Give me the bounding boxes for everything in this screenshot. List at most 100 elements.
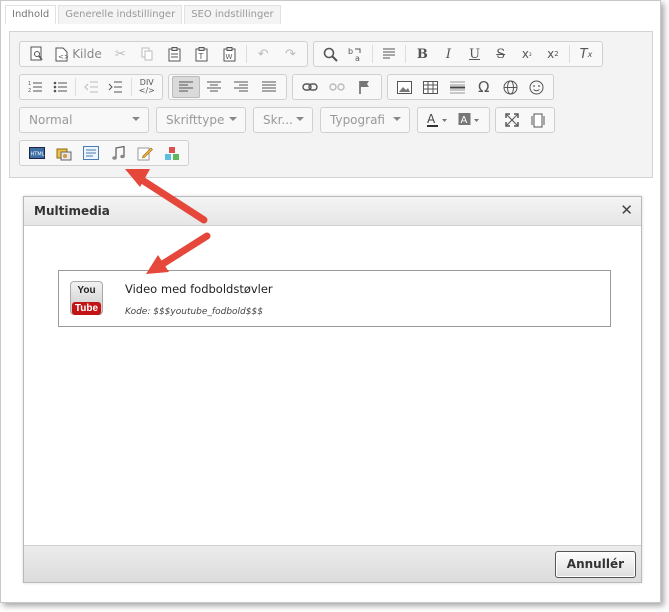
background-color-icon: A xyxy=(458,113,479,126)
gallery-icon[interactable] xyxy=(50,142,77,164)
svg-text:2: 2 xyxy=(28,88,31,94)
toolbar-group-tools xyxy=(495,107,555,133)
toolbar-group-insert: Ω xyxy=(387,74,554,100)
separator xyxy=(245,45,247,63)
toolbar-group-lists: 12 DIV </> xyxy=(19,74,163,100)
align-center-icon[interactable] xyxy=(200,76,228,98)
show-blocks-icon[interactable] xyxy=(525,109,551,131)
remove-format-icon[interactable]: Tx xyxy=(573,43,599,65)
background-color-button[interactable]: A xyxy=(453,109,485,131)
unlink-icon[interactable] xyxy=(323,76,350,98)
source-button[interactable]: <> Kilde xyxy=(50,43,107,65)
toolbar-group-plugins: HTML xyxy=(19,140,189,166)
anchor-flag-icon[interactable] xyxy=(351,76,378,98)
tab-general-settings[interactable]: Generelle indstillinger xyxy=(58,5,183,24)
special-char-icon[interactable]: Ω xyxy=(471,76,498,98)
separator xyxy=(405,45,407,63)
size-dropdown-value: Skr... xyxy=(263,113,293,127)
table-icon[interactable] xyxy=(418,76,445,98)
note-edit-icon[interactable] xyxy=(131,142,158,164)
svg-text:A: A xyxy=(461,115,468,126)
typography-dropdown[interactable]: Typografi xyxy=(320,107,410,133)
svg-text:A: A xyxy=(427,112,436,126)
paste-text-icon[interactable]: T xyxy=(188,43,215,65)
chevron-down-icon xyxy=(229,117,237,121)
justify-icon[interactable] xyxy=(255,76,283,98)
preview-icon[interactable] xyxy=(23,43,50,65)
copy-icon[interactable] xyxy=(134,43,161,65)
smiley-icon[interactable] xyxy=(524,76,551,98)
multimedia-item-code: Kode: $$$youtube_fodbold$$$ xyxy=(125,307,263,317)
align-left-icon[interactable] xyxy=(172,76,200,98)
indent-icon[interactable] xyxy=(103,76,127,98)
html-block-icon[interactable]: HTML xyxy=(23,142,50,164)
form-icon[interactable] xyxy=(77,142,104,164)
text-color-icon: A xyxy=(427,112,447,127)
youtube-logo-tube: Tube xyxy=(71,302,102,315)
chevron-down-icon xyxy=(296,117,304,121)
multimedia-music-icon[interactable] xyxy=(104,142,131,164)
font-dropdown-value: Skrifttype xyxy=(166,113,225,127)
source-label: Kilde xyxy=(72,47,102,61)
redo-icon[interactable]: ↷ xyxy=(277,43,304,65)
link-icon[interactable] xyxy=(296,76,323,98)
text-color-button[interactable]: A xyxy=(421,109,453,131)
outdent-icon[interactable] xyxy=(79,76,103,98)
bulleted-list-icon[interactable] xyxy=(47,76,71,98)
chevron-down-icon xyxy=(393,117,401,121)
multimedia-dialog: Multimedia ✕ You Tube Video med fodbolds… xyxy=(23,196,642,583)
format-dropdown[interactable]: Normal xyxy=(19,107,149,133)
size-dropdown[interactable]: Skr... xyxy=(253,107,313,133)
bold-icon[interactable]: B xyxy=(409,43,435,65)
source-icon: <> xyxy=(55,47,68,61)
editor-window: Indhold Generelle indstillinger SEO inds… xyxy=(0,0,661,603)
maximize-icon[interactable] xyxy=(499,109,525,131)
multimedia-item-title: Video med fodboldstøvler xyxy=(125,282,273,296)
typography-dropdown-value: Typografi xyxy=(330,113,385,127)
toolbar-group-colors: A A xyxy=(417,107,490,133)
div-container-button[interactable]: DIV </> xyxy=(135,76,159,98)
toolbar-group-links xyxy=(292,74,382,100)
numbered-list-icon[interactable]: 12 xyxy=(23,76,47,98)
separator xyxy=(372,45,374,63)
youtube-logo-you: You xyxy=(77,285,96,296)
svg-text:1: 1 xyxy=(28,81,31,87)
undo-icon[interactable]: ↶ xyxy=(250,43,277,65)
svg-text:T: T xyxy=(198,52,204,61)
format-dropdown-value: Normal xyxy=(29,113,73,127)
replace-icon[interactable]: ba xyxy=(343,43,369,65)
italic-icon[interactable]: I xyxy=(435,43,461,65)
search-icon[interactable] xyxy=(317,43,343,65)
separator xyxy=(74,78,76,96)
image-icon[interactable] xyxy=(391,76,418,98)
cut-icon[interactable]: ✂ xyxy=(107,43,134,65)
align-right-icon[interactable] xyxy=(228,76,256,98)
chevron-down-icon xyxy=(132,117,140,121)
toolbar-group-edit: ba B I U S x₂ x2 Tx xyxy=(313,41,603,67)
toolbar-group-align xyxy=(168,74,287,100)
dialog-footer: Annullér xyxy=(24,545,641,582)
iframe-globe-icon[interactable] xyxy=(497,76,524,98)
strikethrough-icon[interactable]: S xyxy=(488,43,514,65)
separator xyxy=(569,45,570,63)
svg-text:HTML: HTML xyxy=(30,152,44,158)
superscript-icon[interactable]: x2 xyxy=(540,43,566,65)
select-all-icon[interactable] xyxy=(376,43,402,65)
cancel-button[interactable]: Annullér xyxy=(554,551,636,578)
paste-icon[interactable] xyxy=(161,43,188,65)
font-dropdown[interactable]: Skrifttype xyxy=(156,107,246,133)
tab-content[interactable]: Indhold xyxy=(5,5,57,24)
multimedia-item[interactable]: You Tube Video med fodboldstøvler Kode: … xyxy=(58,270,611,327)
svg-text:W: W xyxy=(225,53,232,61)
underline-icon[interactable]: U xyxy=(462,43,488,65)
modules-blocks-icon[interactable] xyxy=(158,142,185,164)
editor-toolbar-area: <> Kilde ✂ T W ↶ ↷ ba B I U S x ₂ x 2 T … xyxy=(9,31,653,178)
horizontal-line-icon[interactable] xyxy=(444,76,471,98)
subscript-icon[interactable]: x₂ xyxy=(514,43,540,65)
paste-word-icon[interactable]: W xyxy=(215,43,242,65)
tab-seo-settings[interactable]: SEO indstillinger xyxy=(184,5,281,24)
toolbar-group-document: <> Kilde ✂ T W ↶ ↷ xyxy=(19,41,308,67)
close-icon[interactable]: ✕ xyxy=(620,202,633,218)
separator xyxy=(130,78,132,96)
svg-text:a: a xyxy=(355,54,360,62)
